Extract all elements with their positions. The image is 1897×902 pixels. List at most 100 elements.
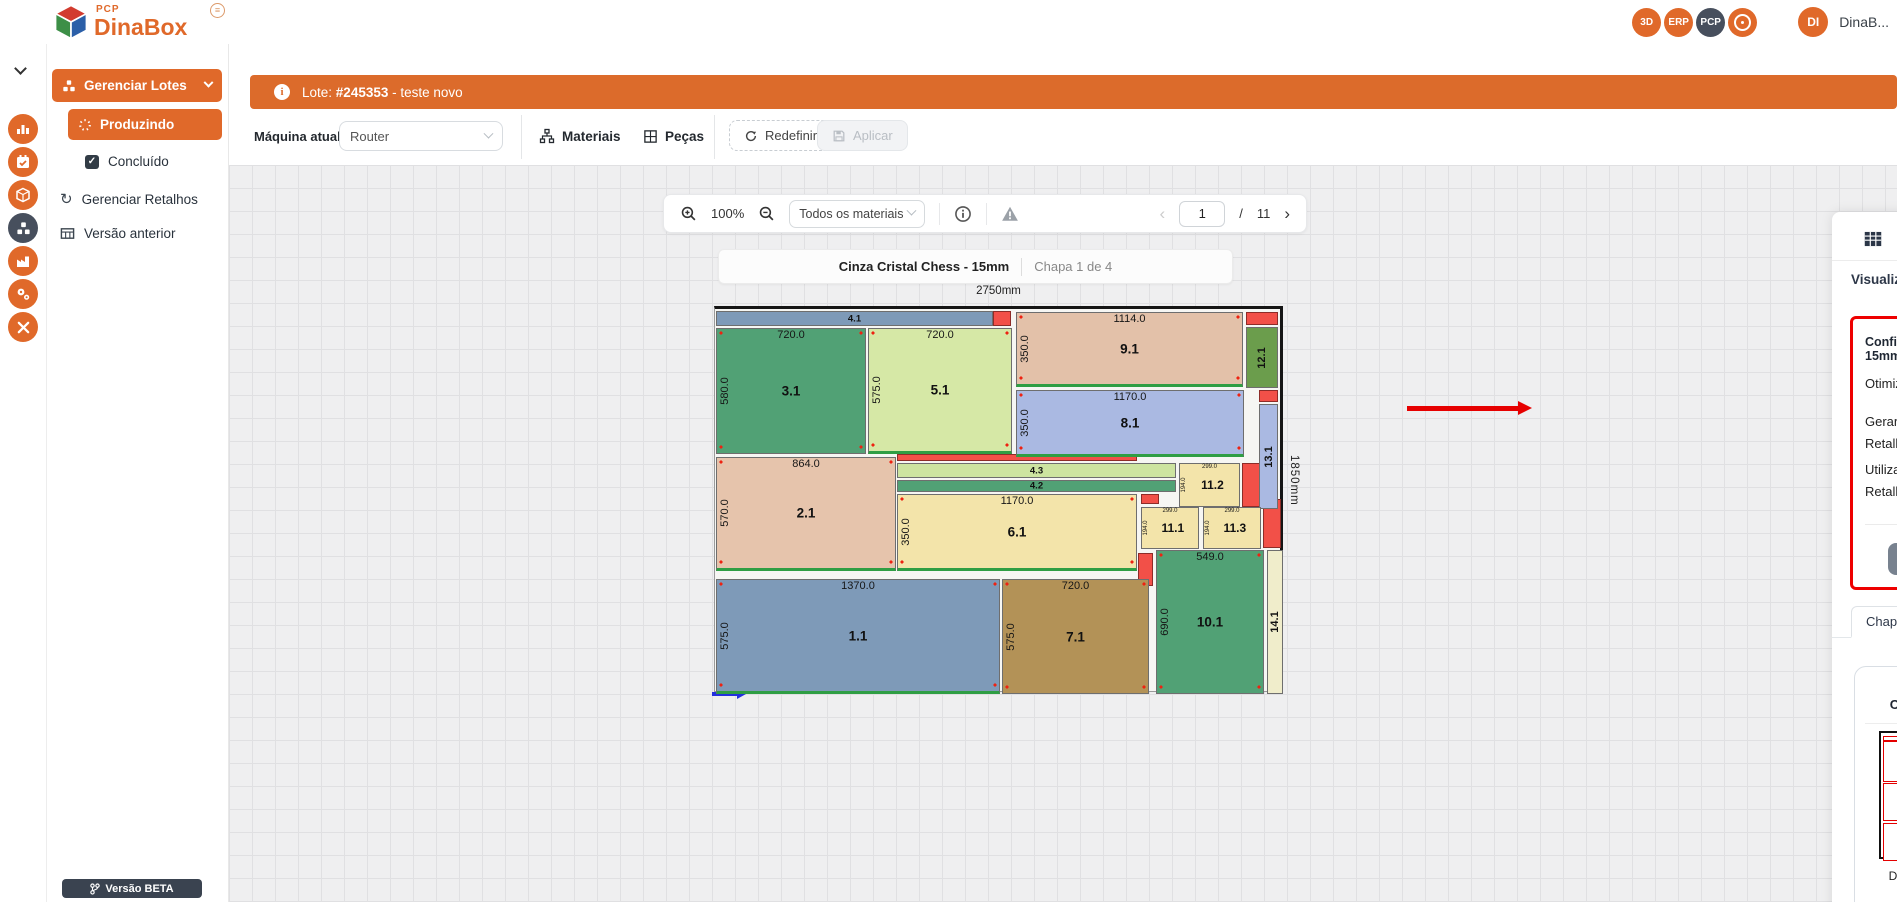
chevron-down-icon[interactable] xyxy=(14,62,27,75)
user-name[interactable]: DinaB... xyxy=(1839,14,1889,30)
tools-icon[interactable] xyxy=(8,312,38,342)
piece-height-label: 690.0 xyxy=(1159,608,1171,636)
spinner-icon xyxy=(78,118,92,132)
lotes-icon xyxy=(62,79,76,93)
material-filter-select[interactable]: Todos os materiais xyxy=(789,200,925,228)
sheet-material-title: Cinza Cristal Chess - 15mm xyxy=(839,259,1010,274)
chart-icon[interactable] xyxy=(8,114,38,144)
sheet-piece[interactable]: 14.1 xyxy=(1267,550,1283,694)
table-view-icon[interactable] xyxy=(1863,229,1883,249)
piece-id-label: 5.1 xyxy=(931,383,950,398)
divider xyxy=(986,203,987,225)
divider xyxy=(1865,524,1897,525)
warning-icon[interactable] xyxy=(1001,205,1019,223)
sidebar-item-label: Gerenciar Retalhos xyxy=(82,192,198,207)
divider xyxy=(1021,258,1022,276)
generate-offcuts-label: GerarRetalhos? xyxy=(1865,411,1897,455)
beta-version-button[interactable]: Versão BETA xyxy=(62,879,202,898)
materials-button[interactable]: Materiais xyxy=(539,123,621,149)
sheet-piece[interactable]: 549.0690.010.1 xyxy=(1156,550,1264,694)
sheet-piece[interactable]: 12.1 xyxy=(1246,327,1278,388)
piece-height-label: 575.0 xyxy=(871,376,883,404)
zoom-in-icon[interactable] xyxy=(680,205,697,222)
menu-collapse-icon[interactable]: ≡ xyxy=(210,3,225,18)
thumbnail-inner xyxy=(1883,735,1897,855)
next-page-button[interactable]: › xyxy=(1284,205,1290,222)
sheet-piece[interactable]: 299.0194.011.1 xyxy=(1141,507,1199,549)
sheet-index: Chapa 1 de 4 xyxy=(1034,259,1112,274)
sheet-piece[interactable]: 720.0580.03.1 xyxy=(716,328,866,454)
thumbnail-piece xyxy=(1883,741,1897,782)
sidebar-item-label: Concluído xyxy=(108,154,169,169)
apply-label: Aplicar xyxy=(853,128,893,143)
sidebar-item-versao-anterior[interactable]: Versão anterior xyxy=(60,226,176,241)
chevron-down-icon xyxy=(907,206,917,216)
sheet[interactable]: 4.1720.0580.03.1720.0575.05.11114.0350.0… xyxy=(714,306,1283,692)
prev-page-button[interactable]: ‹ xyxy=(1160,205,1166,222)
sheet-piece[interactable]: 864.0570.02.1 xyxy=(716,457,896,571)
sheet-width-label: 2750mm xyxy=(714,285,1283,297)
piece-id-label: 2.1 xyxy=(797,506,816,521)
piece-height-label: 350.0 xyxy=(1019,335,1031,363)
lote-id: #245353 xyxy=(336,85,389,100)
piece-height-label: 194.0 xyxy=(1181,477,1187,492)
layout-canvas[interactable]: 100% Todos os materiais ‹ / 11 › Cinza C… xyxy=(229,165,1897,902)
factory-icon[interactable] xyxy=(8,246,38,276)
page-total: 11 xyxy=(1257,206,1271,221)
sheet-piece[interactable]: 1370.0575.01.1 xyxy=(716,579,1000,694)
sheet-piece[interactable]: 4.2 xyxy=(897,480,1176,492)
gears-icon[interactable] xyxy=(8,279,38,309)
config-box: Configurações: Cinza Cristal Chess 15mm … xyxy=(1850,316,1897,590)
tab-chapas[interactable]: Chapas 9 xyxy=(1851,606,1897,638)
piece-id-label: 6.1 xyxy=(1008,524,1027,539)
sidebar-item-concluido[interactable]: ✓ Concluído xyxy=(85,154,169,169)
undo-icon xyxy=(744,129,758,143)
cube-logo-icon xyxy=(52,3,90,41)
sheet-piece[interactable]: 720.0575.05.1 xyxy=(868,328,1012,454)
sidebar-item-produzindo[interactable]: Produzindo xyxy=(68,109,222,140)
sidebar-item-gerenciar-lotes[interactable]: Gerenciar Lotes xyxy=(52,69,222,102)
machine-label: Máquina atual: xyxy=(254,129,345,144)
piece-height-label: 575.0 xyxy=(1005,623,1017,651)
box-icon[interactable] xyxy=(8,180,38,210)
info-icon[interactable] xyxy=(954,205,972,223)
pieces-button[interactable]: Peças xyxy=(643,123,704,149)
apply-button[interactable]: Aplicar xyxy=(817,120,908,151)
sidebar-item-gerenciar-retalhos[interactable]: ↻ Gerenciar Retalhos xyxy=(60,192,198,207)
apply-config-button[interactable]: Aplicar Configurações xyxy=(1888,543,1897,575)
sheet-piece[interactable]: 299.0194.011.2 xyxy=(1179,463,1240,507)
piece-id-label: 3.1 xyxy=(782,384,801,399)
piece-height-label: 575.0 xyxy=(719,622,731,650)
page-input[interactable] xyxy=(1179,201,1225,227)
sheet-titlebar: Cinza Cristal Chess - 15mm Chapa 1 de 4 xyxy=(718,249,1233,284)
bullseye-icon[interactable] xyxy=(1728,8,1757,37)
badge-3d[interactable]: 3D xyxy=(1632,8,1661,37)
piece-height-label: 350.0 xyxy=(1019,409,1031,437)
piece-id-label: 7.1 xyxy=(1066,629,1085,644)
sheet-piece[interactable]: 299.0194.011.3 xyxy=(1203,507,1261,549)
machine-toolbar: Máquina atual: Router Materiais Peças Re… xyxy=(229,109,1897,165)
sitemap-icon xyxy=(539,128,555,144)
zoom-out-icon[interactable] xyxy=(758,205,775,222)
sheet-piece[interactable]: 13.1 xyxy=(1259,404,1278,509)
sheet-piece[interactable]: 1114.0350.09.1 xyxy=(1016,312,1243,387)
sheet-piece[interactable]: 1170.0350.08.1 xyxy=(1016,390,1244,457)
sheet-piece[interactable]: 4.3 xyxy=(897,463,1176,478)
sheet-card[interactable]: Nº 1 Cinza Cristal Chess - 15mm Dimensõe… xyxy=(1854,666,1897,902)
badge-erp[interactable]: ERP xyxy=(1664,8,1693,37)
lotes-icon[interactable] xyxy=(8,213,38,243)
piece-id-label: 13.1 xyxy=(1263,446,1275,467)
page-divider: / xyxy=(1239,206,1243,221)
piece-height-label: 570.0 xyxy=(719,499,731,527)
app-logo[interactable]: PCP DinaBox xyxy=(52,3,187,41)
sheet-piece[interactable]: 720.0575.07.1 xyxy=(1002,579,1149,694)
sheet-piece[interactable]: 1170.0350.06.1 xyxy=(897,494,1137,571)
sheet-thumbnail[interactable] xyxy=(1879,731,1897,859)
piece-height-label: 194.0 xyxy=(1205,520,1211,535)
machine-select[interactable]: Router xyxy=(339,121,503,151)
sheet-piece[interactable]: 4.1 xyxy=(716,311,993,326)
badge-pcp[interactable]: PCP xyxy=(1696,8,1725,37)
user-avatar[interactable]: DI xyxy=(1798,7,1828,37)
offcut-filler xyxy=(993,311,1011,326)
calendar-check-icon[interactable] xyxy=(8,147,38,177)
